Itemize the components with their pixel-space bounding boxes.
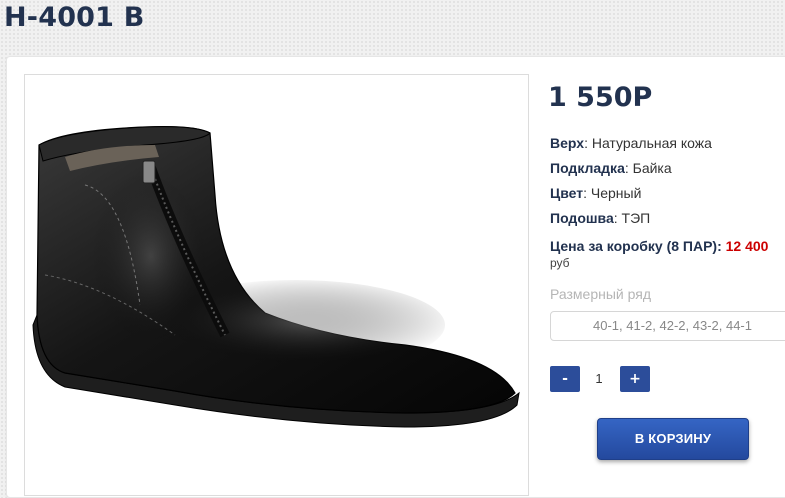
quantity-input[interactable]: 1 [582, 366, 616, 392]
box-price-currency: руб [550, 256, 570, 270]
box-price: Цена за коробку (8 ПАР): 12 400 [550, 238, 768, 254]
product-photo [24, 74, 529, 496]
size-range-label: Размерный ряд [550, 286, 652, 302]
spec-label: Верх [550, 135, 585, 151]
spec-label: Подкладка [550, 160, 625, 176]
spec-value: : Черный [583, 185, 642, 201]
spec-label: Цвет [550, 185, 584, 201]
spec-row-color: Цвет: Черный [550, 185, 712, 210]
spec-label: Подошва [550, 210, 614, 226]
spec-row-sole: Подошва: ТЭП [550, 210, 712, 235]
spec-value: : Байка [624, 160, 672, 176]
quantity-increase-button[interactable]: + [620, 366, 650, 392]
box-price-value: 12 400 [725, 238, 769, 254]
product-price: 1 550Р [548, 82, 653, 113]
quantity-decrease-button[interactable]: - [550, 366, 580, 392]
boot-image [32, 126, 520, 428]
spec-value: : ТЭП [613, 210, 651, 226]
spec-row-lining: Подкладка: Байка [550, 160, 712, 185]
spec-list: Верх: Натуральная кожа Подкладка: Байка … [550, 135, 712, 235]
spec-value: : Натуральная кожа [584, 135, 712, 151]
spec-row-upper: Верх: Натуральная кожа [550, 135, 712, 160]
product-title: Н-4001 В [4, 2, 145, 33]
size-range-select[interactable]: 40-1, 41-2, 42-2, 43-2, 44-1 [550, 311, 785, 341]
box-price-label: Цена за коробку (8 ПАР): [550, 238, 722, 254]
add-to-cart-button[interactable]: В КОРЗИНУ [597, 418, 749, 460]
